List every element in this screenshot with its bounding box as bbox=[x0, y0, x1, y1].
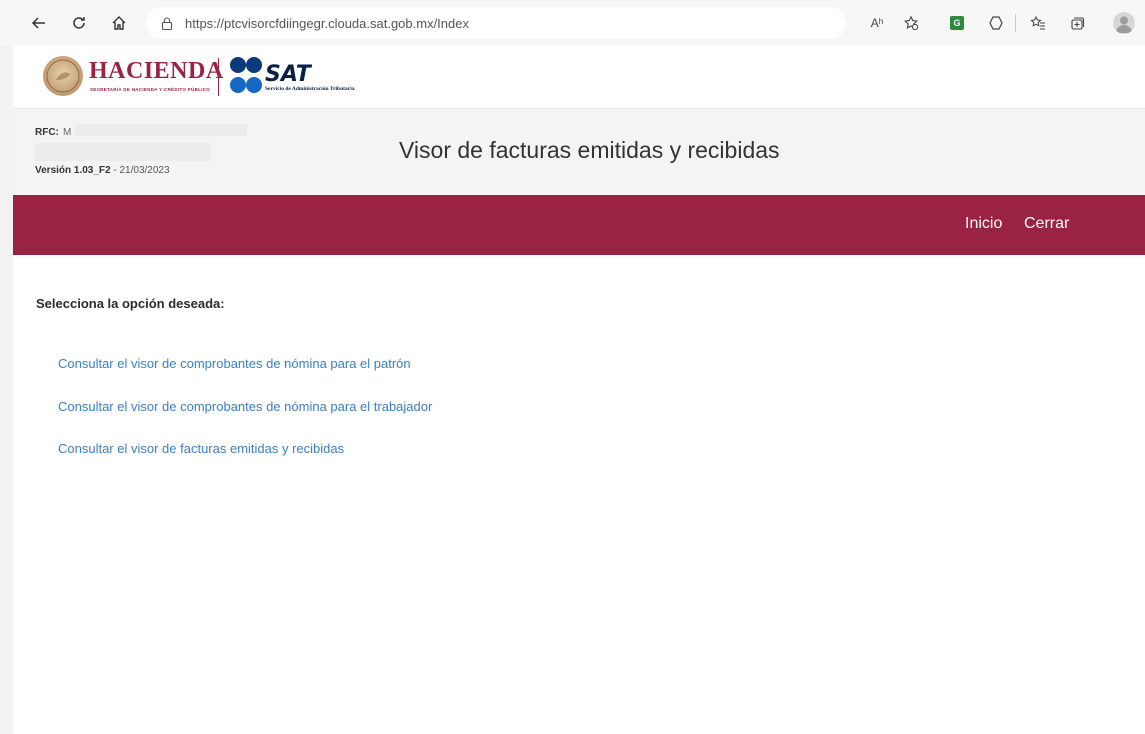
toolbar-separator bbox=[1015, 14, 1016, 32]
hacienda-subtitle: SECRETARÍA DE HACIENDA Y CRÉDITO PÚBLICO bbox=[90, 87, 211, 92]
page-title: Visor de facturas emitidas y recibidas bbox=[399, 137, 780, 163]
redacted-block bbox=[35, 143, 211, 161]
logo-divider bbox=[218, 58, 219, 96]
hacienda-logo-text: HACIENDA bbox=[89, 58, 224, 84]
address-bar[interactable]: https://ptcvisorcfdiingegr.clouda.sat.go… bbox=[146, 7, 846, 39]
logo-header: HACIENDA SECRETARÍA DE HACIENDA Y CRÉDIT… bbox=[13, 46, 1145, 109]
extension-badge: G bbox=[950, 16, 964, 30]
copilot-icon[interactable] bbox=[985, 12, 1007, 34]
version-info: Versión 1.03_F2 - 21/03/2023 bbox=[35, 165, 170, 176]
version-label: Versión 1.03_F2 bbox=[35, 165, 111, 176]
favorites-icon[interactable] bbox=[1027, 12, 1049, 34]
lock-icon[interactable] bbox=[161, 16, 173, 30]
sat-logo-icon bbox=[229, 54, 263, 98]
rfc-value: M bbox=[63, 127, 72, 138]
mexico-seal-icon bbox=[43, 56, 83, 96]
info-band: RFC: M Versión 1.03_F2 - 21/03/2023 Viso… bbox=[13, 109, 1145, 195]
sat-logo-text: SAT bbox=[265, 62, 311, 87]
back-arrow-icon[interactable] bbox=[26, 10, 52, 36]
read-aloud-icon[interactable]: Aʰ bbox=[866, 12, 888, 34]
redacted-block bbox=[75, 124, 247, 136]
collections-icon[interactable] bbox=[1066, 12, 1088, 34]
url-text[interactable]: https://ptcvisorcfdiingegr.clouda.sat.go… bbox=[185, 16, 469, 31]
refresh-icon[interactable] bbox=[66, 10, 92, 36]
window-left-edge bbox=[0, 46, 13, 734]
rfc-label: RFC: bbox=[35, 127, 59, 138]
selection-prompt: Selecciona la opción deseada: bbox=[36, 296, 225, 311]
link-nomina-trabajador[interactable]: Consultar el visor de comprobantes de nó… bbox=[58, 399, 432, 414]
nav-cerrar-link[interactable]: Cerrar bbox=[1024, 215, 1069, 233]
nav-inicio-link[interactable]: Inicio bbox=[965, 215, 1002, 233]
favorite-add-icon[interactable] bbox=[900, 12, 922, 34]
browser-toolbar: https://ptcvisorcfdiingegr.clouda.sat.go… bbox=[0, 0, 1145, 47]
extension-icon[interactable]: G bbox=[946, 12, 968, 34]
link-facturas-emitidas-recibidas[interactable]: Consultar el visor de facturas emitidas … bbox=[58, 441, 344, 456]
profile-avatar-icon[interactable] bbox=[1113, 12, 1135, 34]
link-nomina-patron[interactable]: Consultar el visor de comprobantes de nó… bbox=[58, 356, 411, 371]
version-date: - 21/03/2023 bbox=[110, 165, 170, 176]
sat-subtitle: Servicio de Administración Tributaria bbox=[265, 86, 355, 92]
main-nav-bar: Inicio Cerrar bbox=[13, 195, 1145, 255]
home-icon[interactable] bbox=[106, 10, 132, 36]
